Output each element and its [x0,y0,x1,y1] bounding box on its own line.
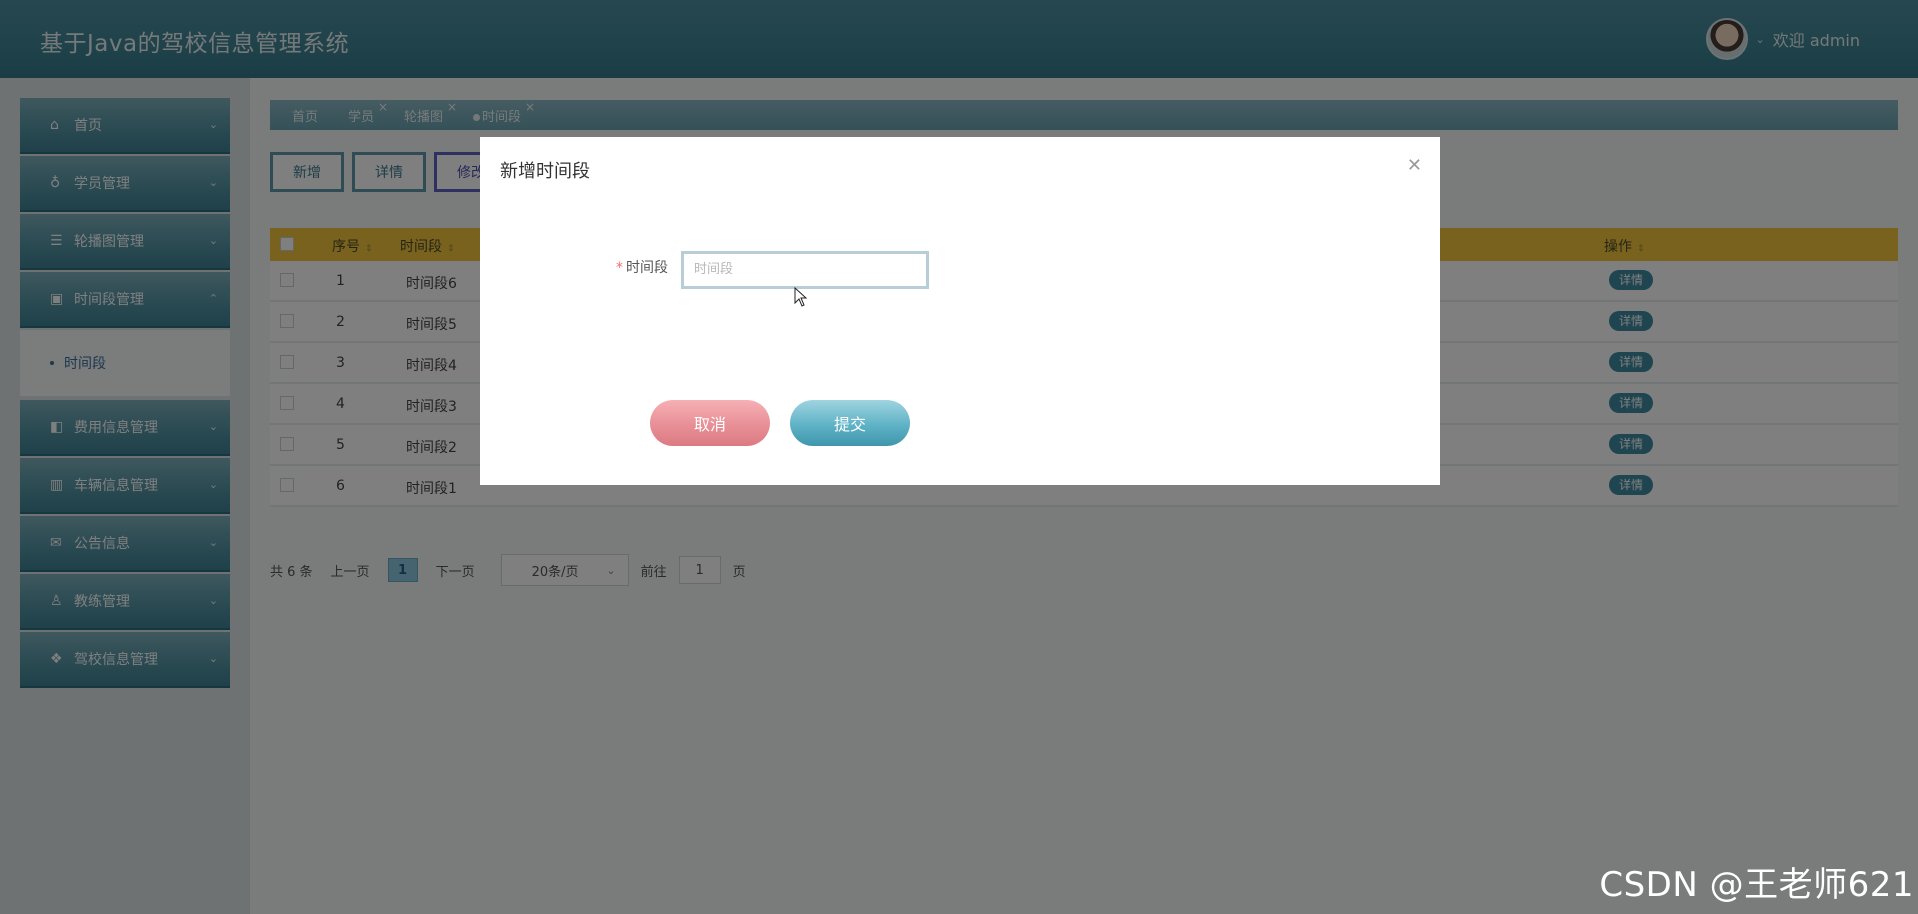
period-field-label: * 时间段 [616,257,668,277]
required-marker: * [616,260,623,276]
field-label-text: 时间段 [626,260,668,276]
submit-button[interactable]: 提交 [790,400,910,446]
cancel-button[interactable]: 取消 [650,400,770,446]
period-input[interactable]: 时间段 [681,251,929,289]
dialog-title: 新增时间段 [500,161,590,182]
watermark: CSDN @王老师621 [1599,865,1914,905]
add-period-dialog: 新增时间段 ✕ * 时间段 时间段 取消 提交 [480,137,1440,485]
close-icon[interactable]: ✕ [1407,155,1422,176]
